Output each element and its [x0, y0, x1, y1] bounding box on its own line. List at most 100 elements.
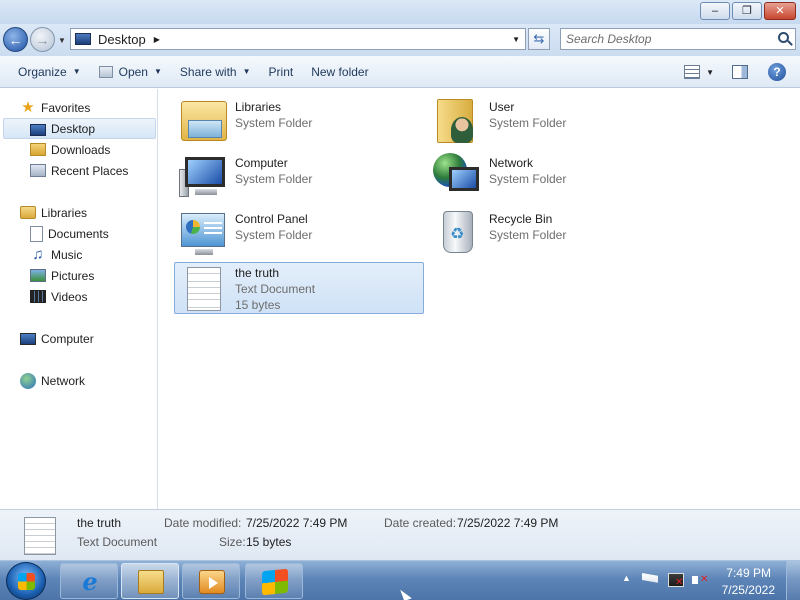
computer-icon [179, 153, 229, 203]
clock-date[interactable]: 7/25/2022 [722, 583, 775, 597]
window-controls: – ❐ ✕ [698, 2, 796, 20]
sidebar-item-favorites[interactable]: ★ Favorites [0, 97, 90, 118]
windows-logo-icon [262, 568, 288, 596]
item-size: 15 bytes [235, 298, 281, 312]
view-options-dropdown-icon[interactable]: ▼ [706, 68, 714, 77]
sidebar-item-music[interactable]: ♫ Music [0, 244, 82, 265]
chevron-down-icon: ▼ [153, 67, 162, 76]
open-label: Open [118, 64, 148, 79]
print-label: Print [268, 64, 294, 79]
search-input[interactable] [566, 29, 766, 49]
show-hidden-icons-button[interactable]: ▲ [622, 573, 631, 583]
title-bar: – ❐ ✕ [0, 0, 800, 24]
sidebar-item-label: Libraries [41, 205, 88, 220]
organize-button[interactable]: Organize ▼ [18, 65, 81, 79]
chevron-down-icon: ▼ [72, 67, 81, 76]
taskbar-media-player[interactable] [182, 563, 240, 599]
minimize-button[interactable]: – [700, 2, 730, 20]
desktop-icon [75, 33, 91, 45]
file-item-user[interactable]: User System Folder [429, 95, 679, 147]
sidebar-item-pictures[interactable]: Pictures [0, 265, 94, 286]
share-with-label: Share with [179, 64, 237, 79]
sidebar-item-recent-places[interactable]: Recent Places [0, 160, 128, 181]
details-file-type: Text Document [77, 535, 158, 549]
item-type: System Folder [235, 116, 313, 130]
forward-button[interactable]: → [30, 27, 55, 52]
taskbar-windows-app[interactable] [245, 563, 303, 599]
date-created-label: Date created: [384, 516, 457, 530]
new-folder-button[interactable]: New folder [311, 65, 368, 79]
date-modified-label: Date modified: [164, 516, 242, 530]
details-pane: the truth Text Document Date modified: 7… [0, 509, 800, 560]
open-button[interactable]: Open ▼ [98, 64, 162, 79]
item-type: System Folder [489, 228, 567, 242]
sidebar-item-desktop[interactable]: Desktop [3, 118, 156, 139]
action-center-flag-icon[interactable] [642, 573, 658, 583]
network-icon [20, 372, 36, 389]
help-icon[interactable]: ? [768, 63, 786, 81]
sidebar-item-label: Favorites [41, 100, 91, 115]
sidebar-item-network[interactable]: Network [0, 370, 85, 391]
address-dropdown-icon[interactable]: ▼ [512, 35, 520, 44]
sidebar-item-label: Desktop [51, 121, 96, 136]
sidebar-item-label: Downloads [51, 142, 111, 157]
sidebar-item-downloads[interactable]: Downloads [0, 139, 110, 160]
clock-time[interactable]: 7:49 PM [726, 566, 771, 580]
item-type: System Folder [489, 172, 567, 186]
volume-muted-icon[interactable] [692, 573, 708, 587]
file-item-the-truth[interactable]: the truth Text Document 15 bytes [174, 262, 424, 314]
item-name: Libraries [235, 100, 282, 114]
close-button[interactable]: ✕ [764, 2, 796, 20]
file-item-recycle-bin[interactable]: Recycle Bin System Folder [429, 207, 679, 259]
taskbar-windows-explorer[interactable] [121, 563, 179, 599]
windows-explorer-icon [138, 570, 164, 594]
taskbar: e ▲ 7:49 PM 7/25/2022 [0, 560, 800, 600]
star-icon: ★ [21, 98, 35, 116]
item-name: the truth [235, 266, 280, 280]
chevron-down-icon: ▼ [242, 67, 251, 76]
file-item-network[interactable]: Network System Folder [429, 151, 679, 203]
back-button[interactable]: ← [3, 27, 28, 52]
refresh-button[interactable]: ⇆ [528, 28, 550, 50]
item-type: System Folder [489, 116, 567, 130]
size-value: 15 bytes [246, 535, 292, 549]
preview-pane-icon[interactable] [732, 65, 748, 79]
user-folder-icon [433, 97, 483, 147]
address-bar[interactable]: Desktop ▶ ▼ [70, 28, 526, 50]
sidebar-item-label: Music [51, 247, 83, 262]
text-document-icon [24, 517, 56, 555]
start-button[interactable] [6, 562, 46, 600]
print-button[interactable]: Print [269, 65, 294, 79]
taskbar-internet-explorer[interactable]: e [60, 563, 118, 599]
sidebar-item-libraries[interactable]: Libraries [0, 202, 87, 223]
file-item-control-panel[interactable]: Control Panel System Folder [175, 207, 425, 259]
sidebar-item-computer[interactable]: Computer [0, 328, 94, 349]
search-box[interactable] [560, 28, 796, 50]
organize-label: Organize [18, 64, 67, 79]
sidebar-item-videos[interactable]: Videos [0, 286, 87, 307]
maximize-button[interactable]: ❐ [732, 2, 762, 20]
sidebar-item-label: Pictures [51, 268, 95, 283]
share-with-button[interactable]: Share with ▼ [180, 65, 251, 79]
network-disconnected-icon[interactable] [668, 573, 684, 588]
control-panel-icon [179, 209, 229, 259]
search-icon[interactable] [778, 32, 789, 43]
file-item-libraries[interactable]: Libraries System Folder [175, 95, 425, 147]
sidebar-item-label: Documents [48, 226, 109, 241]
change-view-icon[interactable] [684, 65, 701, 79]
date-created-value: 7/25/2022 7:49 PM [457, 516, 559, 530]
item-name: User [489, 100, 515, 114]
recent-pages-dropdown-icon[interactable]: ▼ [58, 36, 66, 45]
sidebar-item-label: Recent Places [51, 163, 129, 178]
show-desktop-button[interactable] [786, 561, 800, 600]
item-name: Recycle Bin [489, 212, 553, 226]
file-item-computer[interactable]: Computer System Folder [175, 151, 425, 203]
item-type: Text Document [235, 282, 316, 296]
recycle-bin-icon [433, 209, 483, 259]
libraries-icon [20, 206, 36, 219]
music-icon: ♫ [32, 245, 44, 263]
libraries-folder-icon [179, 97, 229, 147]
sidebar-item-documents[interactable]: Documents [0, 223, 109, 244]
breadcrumb-chevron-icon[interactable]: ▶ [154, 35, 160, 44]
breadcrumb-desktop[interactable]: Desktop [98, 32, 146, 47]
